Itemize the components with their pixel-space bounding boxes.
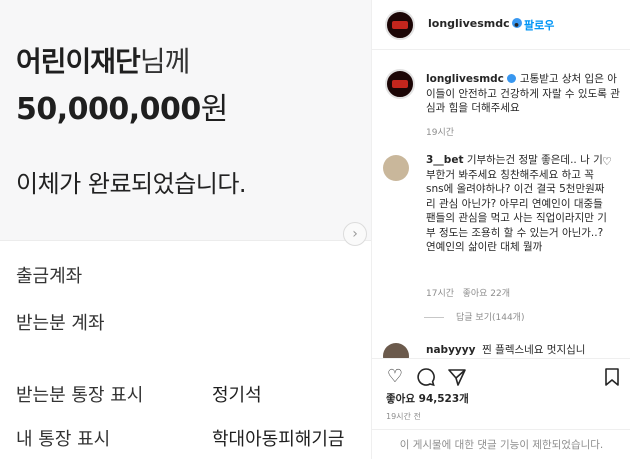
post-time: 19시간 전 xyxy=(386,412,421,421)
transfer-status: 이체가 완료되었습니다. xyxy=(16,170,247,198)
partial-comment-username[interactable]: nabyyyy xyxy=(426,344,475,356)
view-replies-label: 답글 보기(144개) xyxy=(456,313,525,323)
comment-icon[interactable] xyxy=(416,367,436,387)
view-replies-button[interactable]: 답글 보기(144개) xyxy=(424,310,524,323)
caption-username[interactable]: longlivesmdc xyxy=(426,73,504,85)
amount-unit: 원 xyxy=(200,92,229,127)
partial-comment: nabyyyy 찐 플렉스네요 멋지십니 xyxy=(426,343,626,358)
caption-time: 19시간 xyxy=(426,128,455,138)
header-username[interactable]: longlivesmdc xyxy=(428,17,510,30)
recipient-line: 어린이재단님께 xyxy=(16,40,191,80)
comment-time: 17시간 xyxy=(426,289,455,299)
comment-likes[interactable]: 좋아요 22개 xyxy=(463,289,510,299)
avatar-logo xyxy=(392,21,408,29)
caption-avatar[interactable] xyxy=(385,69,415,99)
post-image: 어린이재단님께 50,000,000원 이체가 완료되었습니다. 출금계좌 받는… xyxy=(0,0,371,459)
bookmark-icon[interactable] xyxy=(602,367,622,387)
amount-number: 50,000,000 xyxy=(16,92,201,127)
recipient-suffix: 님께 xyxy=(139,45,191,78)
commenter-avatar[interactable] xyxy=(383,343,409,358)
row-value-recipient-display: 정기석 xyxy=(212,385,262,406)
post-sidebar: longlivesmdc • 팔로우 longlivesmdc 고통받고 상처 입은… xyxy=(371,0,630,459)
partial-comment-body: 찐 플렉스네요 멋지십니 xyxy=(482,344,586,356)
likes-count[interactable]: 좋아요 94,523개 xyxy=(386,391,469,406)
heart-icon[interactable]: ♡ xyxy=(385,367,405,387)
separator-dot: • xyxy=(513,19,521,32)
share-icon[interactable] xyxy=(447,367,467,387)
comment-body: 기부하는건 정말 좋은데.. 나 기부한거 봐주세요 칭찬해주세요 하고 꼭 s… xyxy=(426,154,607,253)
verified-badge-icon xyxy=(506,74,516,83)
row-label-my-display: 내 통장 표시 xyxy=(16,429,111,450)
post-header: longlivesmdc • 팔로우 xyxy=(372,0,630,50)
header-username-wrap: longlivesmdc xyxy=(428,17,522,30)
comment-meta: 17시간 좋아요 22개 xyxy=(426,286,510,299)
avatar-logo xyxy=(392,80,408,88)
recipient-name: 어린이재단 xyxy=(16,45,141,78)
row-label-recipient-display: 받는분 통장 표시 xyxy=(16,385,144,406)
avatar[interactable] xyxy=(385,10,415,40)
row-label-recipient-account: 받는분 계좌 xyxy=(16,313,105,334)
replies-line xyxy=(424,317,444,318)
comment-username[interactable]: 3__bet xyxy=(426,154,463,166)
commenter-avatar[interactable] xyxy=(383,155,409,181)
comments-disabled-notice: 이 게시물에 대한 댓글 기능이 제한되었습니다. xyxy=(372,429,630,459)
transfer-amount: 50,000,000원 xyxy=(16,84,228,128)
heart-icon[interactable]: ♡ xyxy=(602,155,612,168)
caption-text: longlivesmdc 고통받고 상처 입은 아이들이 안전하고 건강하게 자랄… xyxy=(426,72,622,116)
chevron-right-icon[interactable]: › xyxy=(343,222,367,246)
follow-wrap: • 팔로우 xyxy=(513,17,554,33)
follow-button[interactable]: 팔로우 xyxy=(524,19,554,32)
comments-list: longlivesmdc 고통받고 상처 입은 아이들이 안전하고 건강하게 자랄… xyxy=(372,51,630,358)
row-value-my-display: 학대아동피해기금 xyxy=(212,429,345,450)
receipt-divider xyxy=(0,240,371,241)
post-actions: ♡ 좋아요 94,523개 19시간 전 이 게시물에 대한 댓글 기능이 제한… xyxy=(372,358,630,459)
comment-text: 3__bet 기부하는건 정말 좋은데.. 나 기부한거 봐주세요 칭찬해주세요… xyxy=(426,153,608,255)
row-label-withdraw-account: 출금계좌 xyxy=(16,266,83,287)
